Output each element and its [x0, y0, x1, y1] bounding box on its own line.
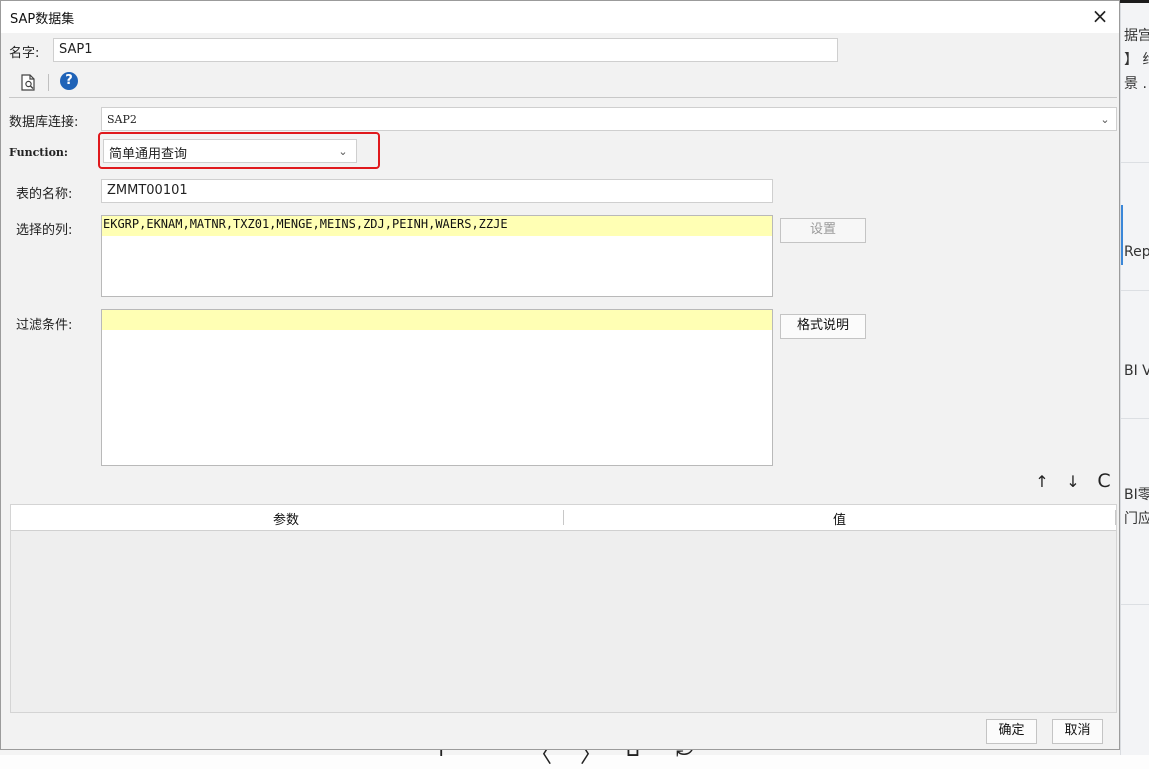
close-button[interactable]: ×	[1089, 4, 1111, 28]
filter-textarea[interactable]	[101, 309, 773, 466]
toolbar-separator	[48, 74, 49, 91]
title-bar: SAP数据集 ×	[1, 1, 1119, 33]
background-text: 据宫	[1124, 28, 1149, 44]
name-label: 名字:	[9, 46, 40, 61]
column-separator[interactable]	[563, 510, 564, 525]
filter-label: 过滤条件:	[16, 318, 73, 333]
name-input[interactable]: SAP1	[53, 38, 838, 62]
db-connection-label: 数据库连接:	[9, 115, 79, 130]
document-preview-icon[interactable]	[20, 74, 36, 91]
table-name-value: ZMMT00101	[107, 183, 188, 198]
selected-columns-textarea[interactable]: EKGRP,EKNAM,MATNR,TXZ01,MENGE,MEINS,ZDJ,…	[101, 215, 773, 297]
background-text: 门应	[1124, 511, 1149, 527]
dialog-title: SAP数据集	[10, 12, 75, 27]
background-text: 景 .	[1124, 76, 1147, 92]
settings-button[interactable]: 设置	[780, 218, 866, 243]
background-divider	[1121, 418, 1149, 419]
selected-columns-label: 选择的列:	[16, 223, 73, 238]
table-header: 参数 值	[11, 505, 1116, 531]
selected-columns-value: EKGRP,EKNAM,MATNR,TXZ01,MENGE,MEINS,ZDJ,…	[103, 217, 508, 231]
move-down-icon[interactable]: ↓	[1064, 472, 1082, 491]
background-divider	[1121, 290, 1149, 291]
current-line-highlight	[102, 310, 772, 330]
refresh-icon[interactable]: C	[1095, 470, 1113, 492]
sap-dataset-dialog: SAP数据集 × 名字: SAP1 ? 数据库连接: SAP2 ⌄ Functi…	[0, 0, 1120, 750]
background-text: BI零	[1124, 487, 1149, 503]
background-divider	[1121, 162, 1149, 163]
db-connection-select[interactable]: SAP2 ⌄	[101, 107, 1117, 131]
background-accent	[1121, 205, 1123, 265]
function-highlight-box	[98, 132, 380, 169]
column-separator[interactable]	[1115, 510, 1116, 525]
move-up-icon[interactable]: ↑	[1033, 472, 1051, 491]
format-help-button[interactable]: 格式说明	[780, 314, 866, 339]
db-connection-value: SAP2	[107, 113, 137, 126]
toolbar-divider	[9, 97, 1117, 98]
name-value: SAP1	[59, 42, 93, 57]
chevron-down-icon[interactable]: ⌄	[1094, 108, 1116, 130]
background-text: 】 约	[1124, 52, 1149, 68]
ok-button[interactable]: 确定	[986, 719, 1037, 744]
function-label: Function:	[9, 146, 68, 159]
background-divider	[1121, 604, 1149, 605]
help-icon[interactable]: ?	[60, 72, 78, 90]
cancel-button[interactable]: 取消	[1052, 719, 1103, 744]
column-header-value[interactable]: 值	[833, 509, 846, 528]
table-name-input[interactable]: ZMMT00101	[101, 179, 773, 203]
background-text: BI V	[1124, 363, 1149, 379]
parameter-table[interactable]: 参数 值	[10, 504, 1117, 713]
table-name-label: 表的名称:	[16, 187, 73, 202]
background-text: Rep	[1124, 244, 1149, 260]
column-header-parameter[interactable]: 参数	[273, 509, 299, 528]
